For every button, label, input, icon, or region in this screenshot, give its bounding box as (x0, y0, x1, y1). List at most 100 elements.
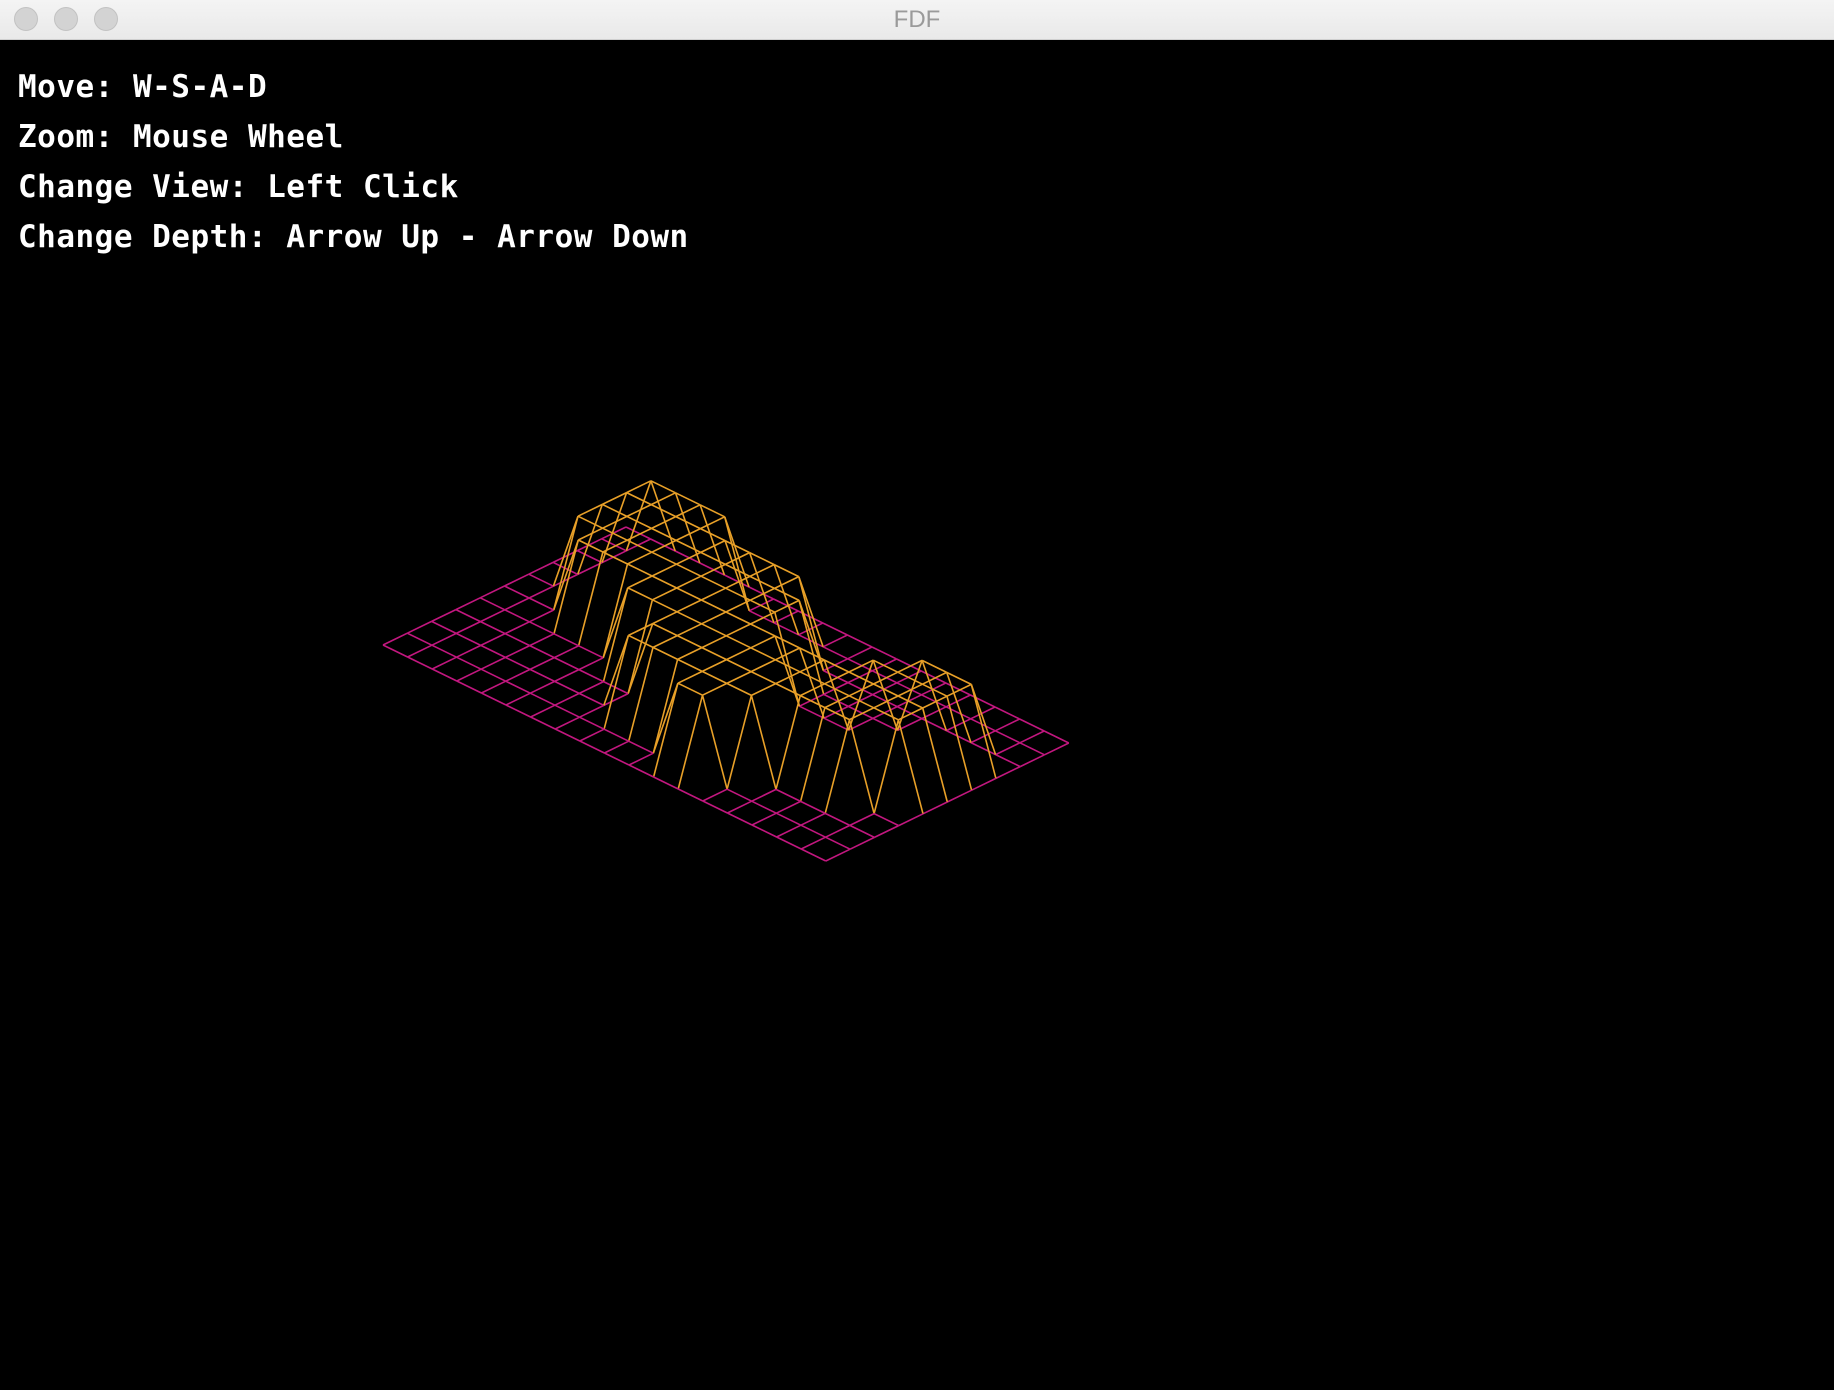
wire-segment (554, 668, 580, 683)
wire-segment (431, 620, 457, 635)
wire-segment (751, 824, 777, 838)
wire-segment (823, 669, 849, 684)
wire-segment (553, 633, 579, 647)
wire-segment (847, 681, 873, 696)
wire-segment (529, 621, 555, 635)
wire-segment (529, 668, 555, 683)
wire-segment (750, 635, 776, 649)
wire-segment (554, 716, 580, 730)
wire-segment (847, 646, 873, 660)
wire-segment (898, 813, 924, 827)
wire-segment (946, 789, 972, 803)
wire-segment (847, 658, 873, 672)
wire-segment (407, 656, 433, 670)
wire-segment (676, 634, 703, 649)
wire-segment (700, 599, 727, 613)
wire-segment (920, 670, 947, 684)
wire-segment (578, 680, 604, 695)
wire-segment (604, 752, 630, 766)
wire-segment (578, 645, 604, 659)
render-canvas[interactable]: Move: W-S-A-D Zoom: Mouse Wheel Change V… (0, 40, 1834, 1390)
wire-segment (651, 575, 678, 589)
wire-segment (626, 491, 652, 506)
wire-segment (726, 682, 752, 697)
wire-segment (577, 515, 603, 529)
wire-segment (896, 658, 922, 672)
wire-segment (529, 680, 555, 694)
wire-segment (677, 646, 703, 661)
wire-segment (627, 551, 653, 565)
wire-segment (627, 587, 653, 601)
wire-segment (750, 659, 776, 673)
wire-segment (677, 658, 703, 673)
wire-segment (1044, 742, 1070, 756)
wire-segment (675, 539, 702, 554)
wire-segment (776, 824, 802, 838)
wire-segment (652, 611, 678, 625)
wire-segment (504, 597, 530, 611)
wire-segment (702, 788, 728, 802)
wire-segment (776, 836, 802, 850)
wire-segment (554, 680, 580, 695)
wire-segment (431, 608, 457, 623)
wire-segment (652, 634, 678, 649)
wire-segment (677, 670, 703, 684)
wire-segment (406, 620, 432, 634)
wire-segment (652, 682, 679, 754)
wire-segment (727, 800, 753, 814)
wire-segment (577, 551, 604, 647)
wire-segment (553, 539, 580, 635)
wire-segment (553, 656, 580, 671)
wire-segment (701, 670, 728, 685)
wire-segment (479, 597, 506, 611)
wire-segment (701, 658, 727, 673)
wire-segment (897, 671, 923, 685)
wire-segment (822, 646, 849, 660)
wire-segment (505, 668, 531, 682)
wire-segment (800, 848, 827, 862)
wire-segment (701, 623, 727, 637)
wire-segment (700, 587, 726, 601)
wire-segment (676, 575, 702, 589)
wire-segment (578, 668, 604, 683)
wire-segment (627, 575, 653, 589)
wire-segment (896, 705, 923, 720)
wire-segment (529, 644, 555, 659)
wire-segment (455, 608, 481, 623)
wire-segment (431, 668, 458, 682)
wire-segment (676, 587, 702, 601)
wire-segment (800, 836, 826, 850)
wire-segment (627, 599, 654, 694)
title-bar[interactable]: FDF (0, 0, 1834, 40)
wire-segment (603, 635, 630, 730)
window-title: FDF (893, 6, 941, 33)
wire-segment (749, 599, 776, 613)
wire-segment (995, 753, 1021, 768)
wire-segment (676, 611, 702, 625)
wire-segment (677, 694, 704, 790)
wire-segment (431, 644, 457, 658)
wire-segment (701, 694, 728, 790)
wire-segment (628, 764, 654, 778)
wire-segment (504, 585, 530, 599)
wire-segment (751, 682, 777, 697)
wire-segment (481, 680, 507, 694)
wire-segment (848, 695, 875, 709)
wire-segment (726, 658, 752, 673)
wire-segment (455, 620, 481, 635)
wire-segment (702, 682, 728, 696)
wire-segment (529, 609, 555, 623)
wire-segment (775, 788, 801, 803)
wire-segment (750, 623, 776, 637)
wire-segment (726, 647, 752, 661)
wire-segment (874, 824, 900, 839)
wire-segment (871, 670, 898, 684)
wire-segment (530, 716, 556, 730)
wire-segment (382, 632, 408, 646)
wire-segment (751, 812, 777, 826)
wire-segment (896, 682, 922, 696)
wire-segment (627, 647, 654, 742)
wire-segment (504, 573, 530, 587)
wire-segment (603, 728, 630, 742)
wire-segment (652, 587, 678, 601)
